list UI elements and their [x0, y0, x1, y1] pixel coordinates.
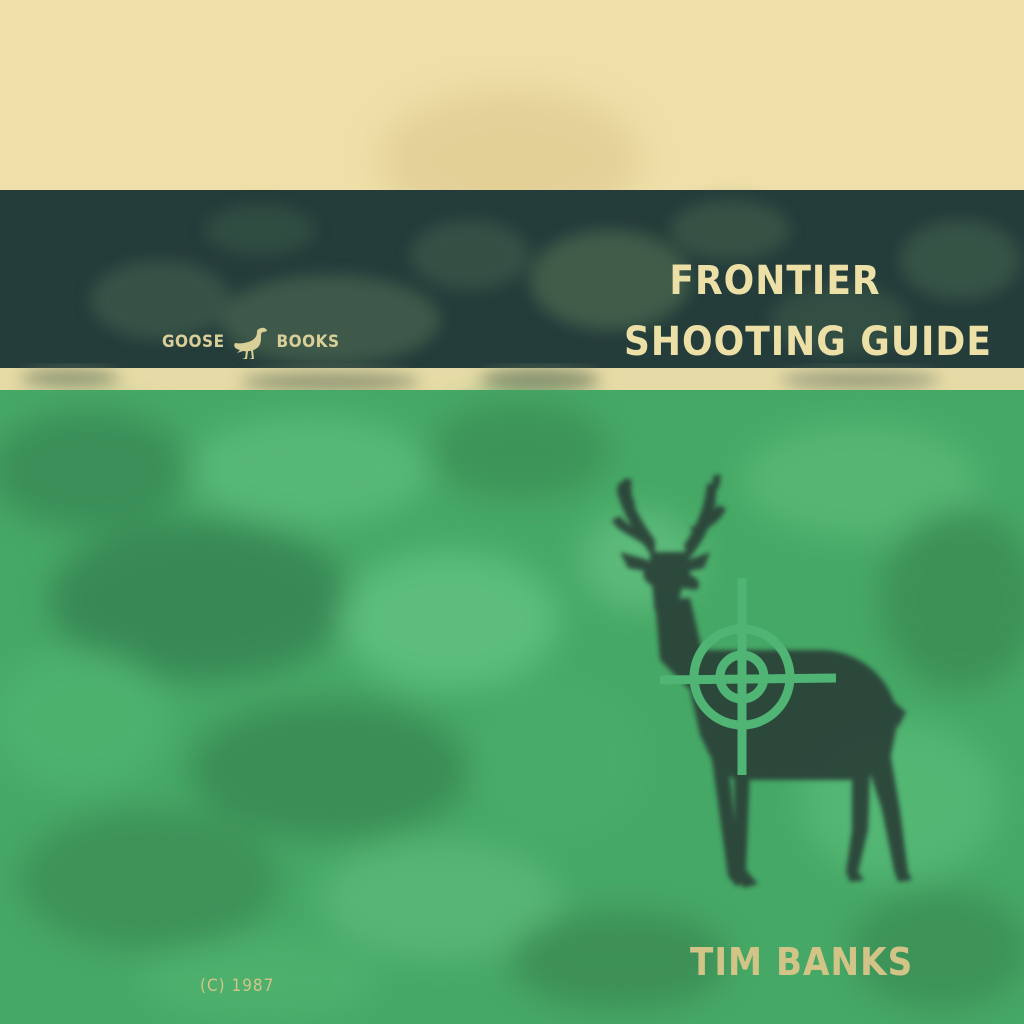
title-line-2: SHOOTING GUIDE: [624, 319, 992, 365]
book-cover: FRONTIER SHOOTING GUIDE GOOSE BOOKS TIM …: [0, 0, 1024, 1024]
copyright-notice: (C) 1987: [200, 976, 275, 996]
cover-artwork: [0, 0, 1024, 1024]
publisher-name-left: GOOSE: [162, 332, 225, 352]
author-name: TIM BANKS: [690, 940, 914, 984]
title-line-1: FRONTIER: [669, 258, 881, 304]
publisher-logo: GOOSE BOOKS: [162, 322, 340, 362]
publisher-name-right: BOOKS: [276, 332, 340, 352]
goose-icon: [233, 327, 267, 359]
